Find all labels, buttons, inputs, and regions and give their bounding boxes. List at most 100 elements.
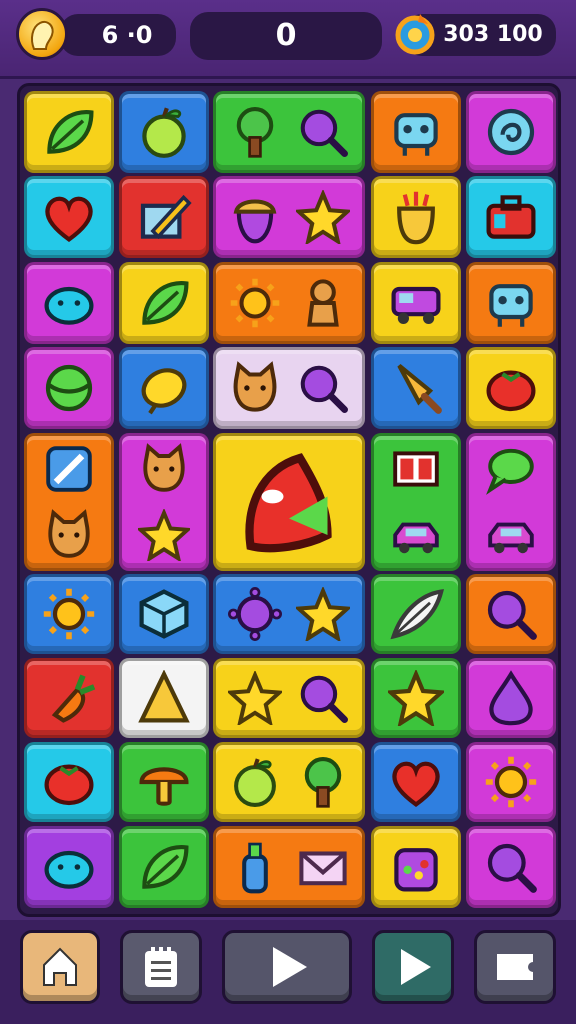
play-button[interactable] — [222, 930, 352, 1004]
board-tile[interactable] — [213, 262, 365, 344]
board-tile[interactable] — [371, 574, 461, 654]
top-hud-bar: 6 ·0 0 303 100 — [0, 0, 576, 79]
board-tile[interactable] — [371, 176, 461, 258]
leaf-icon — [47, 109, 94, 154]
board-tile[interactable] — [466, 574, 556, 654]
board-tile[interactable] — [24, 574, 114, 654]
star-icon — [388, 670, 444, 726]
board-tile[interactable] — [213, 574, 365, 654]
board-tile[interactable] — [213, 826, 365, 908]
board-tile[interactable] — [119, 658, 209, 738]
chat-icon — [486, 448, 534, 495]
board-tile[interactable] — [466, 347, 556, 429]
board-tile[interactable] — [213, 658, 365, 738]
play-icon — [401, 949, 431, 985]
board-tile[interactable] — [371, 433, 461, 571]
car-icon — [393, 522, 439, 554]
board-tile[interactable] — [119, 176, 209, 258]
apple-icon — [234, 758, 277, 807]
board-tile[interactable] — [24, 91, 114, 173]
flag-icon — [245, 453, 332, 553]
leaf-icon — [142, 844, 189, 889]
board-tile[interactable] — [466, 826, 556, 908]
board-tile[interactable] — [466, 658, 556, 738]
board-tile[interactable] — [24, 433, 114, 571]
cone-icon — [138, 670, 190, 723]
board-tile[interactable] — [371, 347, 461, 429]
bottle-icon — [242, 842, 269, 894]
board-tile[interactable] — [119, 742, 209, 822]
tomato-icon — [486, 370, 536, 412]
board-tile[interactable] — [213, 176, 365, 258]
robot-icon — [489, 284, 533, 327]
board-tile[interactable] — [119, 347, 209, 429]
board-tile[interactable] — [213, 742, 365, 822]
board-tile[interactable] — [371, 262, 461, 344]
magnifier-icon — [487, 843, 537, 893]
carrot-icon — [51, 674, 96, 723]
home-button[interactable] — [20, 930, 100, 1004]
board-tile[interactable] — [119, 574, 209, 654]
acorn-icon — [234, 199, 277, 244]
board-tile[interactable] — [24, 658, 114, 738]
board-tile[interactable] — [466, 742, 556, 822]
tree-icon — [304, 757, 341, 808]
star-icon — [295, 587, 350, 641]
sun-icon — [43, 588, 95, 640]
ticket-icon — [497, 954, 533, 980]
board-tile[interactable] — [466, 433, 556, 571]
board-tile[interactable] — [119, 826, 209, 908]
menu-button[interactable] — [120, 930, 202, 1004]
suitcase-icon — [486, 195, 536, 239]
mushroom-icon — [139, 767, 189, 806]
board-tile[interactable] — [466, 262, 556, 344]
score-display: 0 — [190, 12, 382, 60]
board-tile[interactable] — [119, 262, 209, 344]
board-tile[interactable] — [213, 91, 365, 173]
board-tile[interactable] — [24, 176, 114, 258]
board-tile[interactable] — [466, 176, 556, 258]
lemon-icon — [141, 368, 187, 415]
notepad-icon — [145, 947, 177, 987]
coin-button[interactable] — [16, 8, 68, 60]
board-tile[interactable] — [371, 658, 461, 738]
heart-icon — [392, 761, 440, 807]
apple-icon — [142, 107, 186, 158]
board-tile[interactable] — [24, 262, 114, 344]
virus-icon — [228, 587, 283, 641]
heart-icon — [45, 196, 93, 242]
board-tile[interactable] — [371, 826, 461, 908]
ball-icon — [45, 364, 93, 412]
next-button[interactable] — [372, 930, 454, 1004]
board-tile[interactable] — [213, 433, 365, 571]
magnifier-icon — [300, 675, 348, 723]
gem-icon[interactable] — [392, 10, 438, 56]
drop-icon — [489, 670, 533, 726]
board-tile[interactable] — [24, 347, 114, 429]
pen-icon — [46, 446, 92, 492]
lives-counter: 6 ·0 — [60, 14, 176, 56]
board-tile[interactable] — [119, 91, 209, 173]
envelope-icon — [298, 851, 347, 886]
star-icon — [295, 190, 350, 244]
star-icon — [138, 509, 190, 561]
coin-face-icon — [31, 21, 54, 50]
board-tile[interactable] — [371, 742, 461, 822]
ticket-button[interactable] — [474, 930, 556, 1004]
magnifier-icon — [487, 590, 537, 640]
leaf-icon — [142, 280, 189, 325]
cube-icon — [139, 589, 189, 639]
magnifier-icon — [300, 365, 348, 413]
magnifier-icon — [300, 109, 348, 157]
candy-jar-icon — [394, 848, 438, 892]
board-tile[interactable] — [371, 91, 461, 173]
robot-icon — [394, 113, 438, 156]
board-tile[interactable] — [24, 742, 114, 822]
board-tile[interactable] — [24, 826, 114, 908]
feather-icon — [390, 589, 444, 640]
board-tile[interactable] — [119, 433, 209, 571]
board-tile[interactable] — [466, 91, 556, 173]
board-tile[interactable] — [213, 347, 365, 429]
cat-icon — [233, 361, 277, 412]
car-icon — [488, 522, 534, 554]
